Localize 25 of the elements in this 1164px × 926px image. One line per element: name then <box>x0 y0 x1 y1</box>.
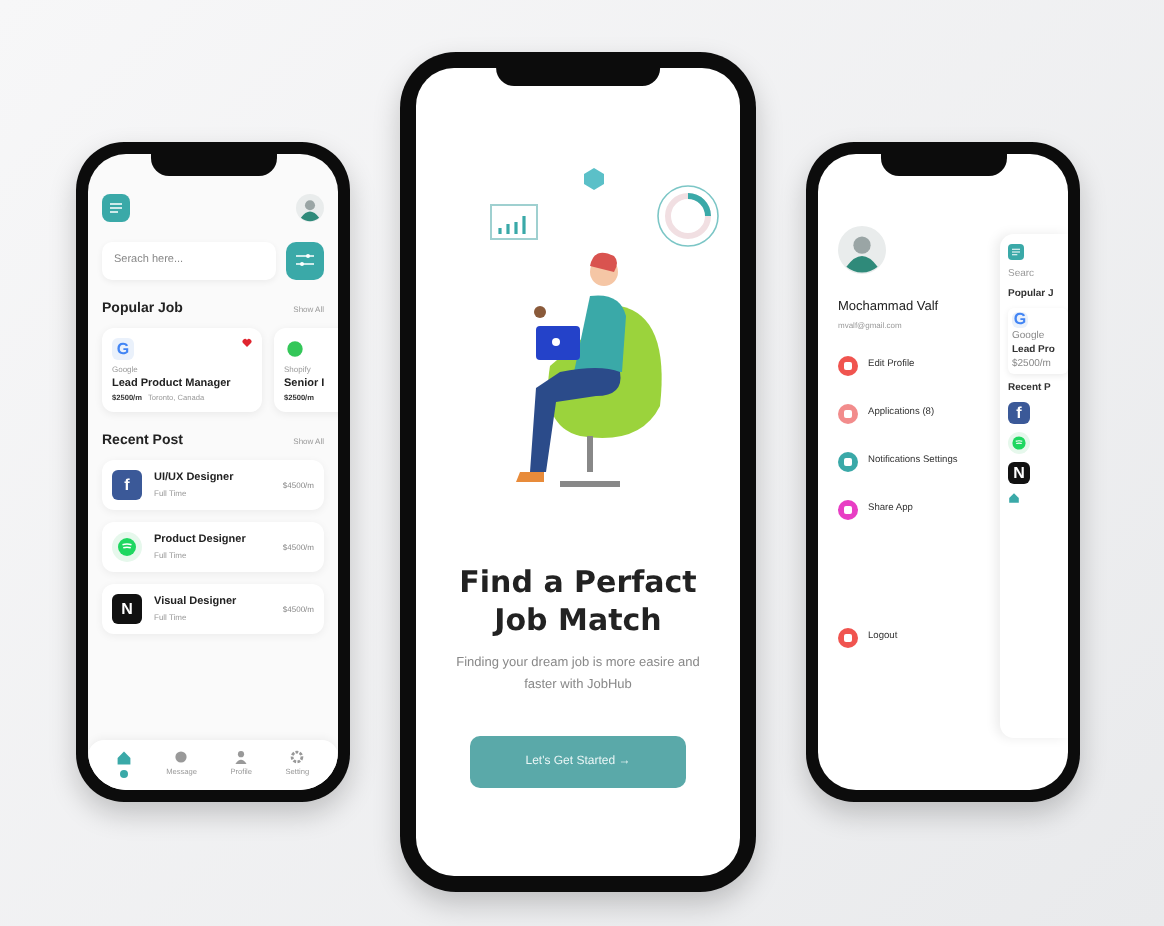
bar-chart-icon <box>490 203 538 239</box>
avatar-silhouette-icon <box>296 193 324 221</box>
phone-notch <box>880 151 1006 175</box>
avatar-silhouette-icon <box>838 225 886 273</box>
company-logo-icon: G <box>1012 311 1028 327</box>
home-icon[interactable] <box>116 749 133 765</box>
company-logo-icon: N <box>112 593 142 623</box>
welcome-title: Find a Perfact Job Match <box>457 563 699 639</box>
menu-icon <box>110 201 122 213</box>
company-logo-icon: f <box>112 469 142 499</box>
company-logo-icon: N <box>1008 461 1030 483</box>
home-icon <box>1008 491 1020 503</box>
settings-icon[interactable] <box>290 749 305 763</box>
ring-chart-icon <box>656 183 720 247</box>
filter-button[interactable] <box>286 241 324 279</box>
heart-icon[interactable] <box>242 337 252 347</box>
menu-icon <box>1012 247 1020 255</box>
cube-icon <box>584 167 604 189</box>
company-logo-icon: f <box>1008 401 1030 423</box>
person-icon[interactable] <box>234 749 249 763</box>
phone-notch <box>150 151 276 175</box>
menu-button[interactable] <box>102 193 130 221</box>
sliders-icon <box>296 252 314 268</box>
active-indicator <box>120 769 129 777</box>
company-logo-icon: G <box>112 337 134 359</box>
